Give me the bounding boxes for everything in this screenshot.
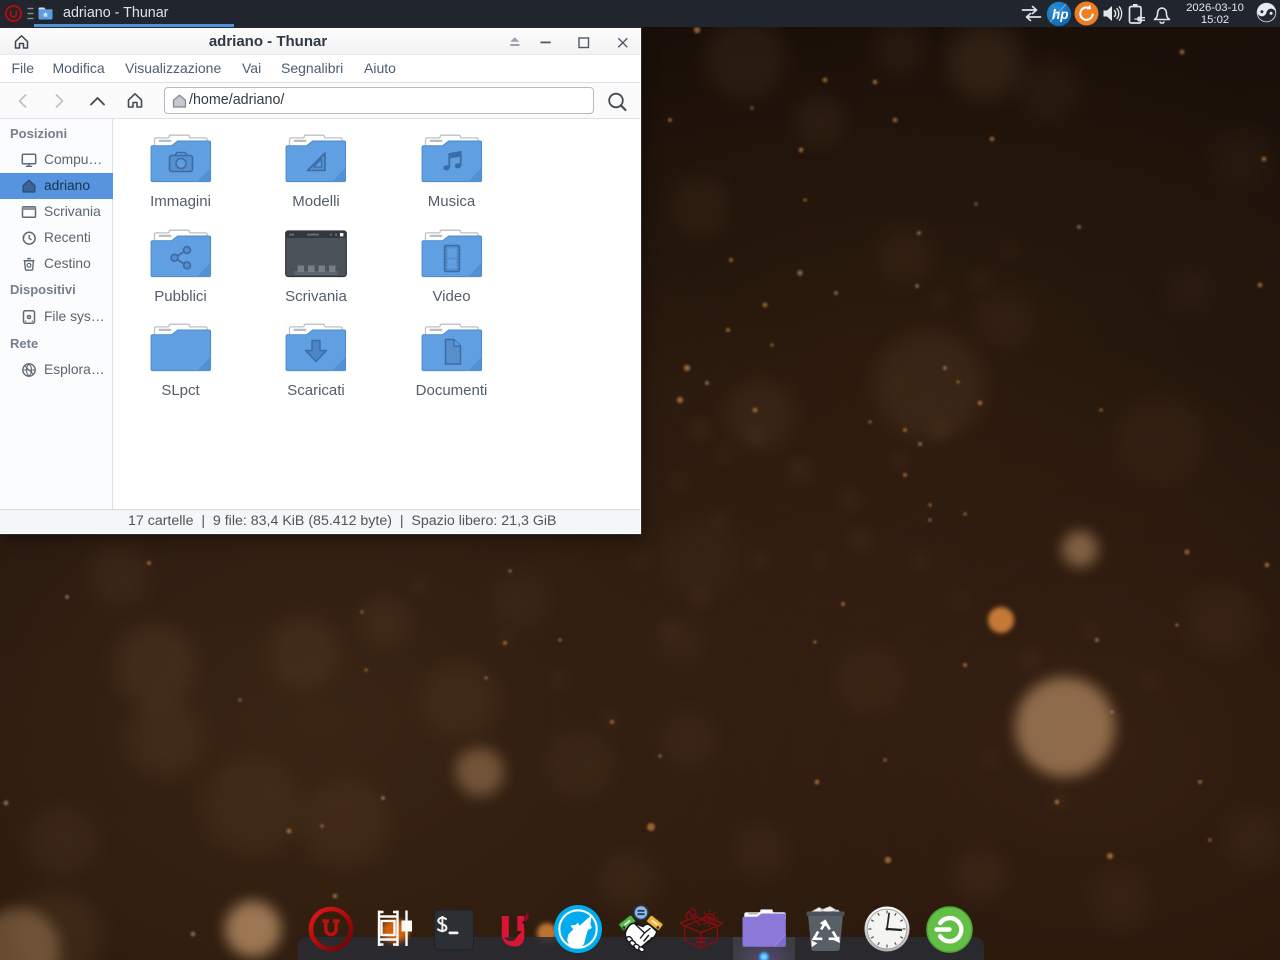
- svg-text:hp: hp: [1052, 7, 1069, 22]
